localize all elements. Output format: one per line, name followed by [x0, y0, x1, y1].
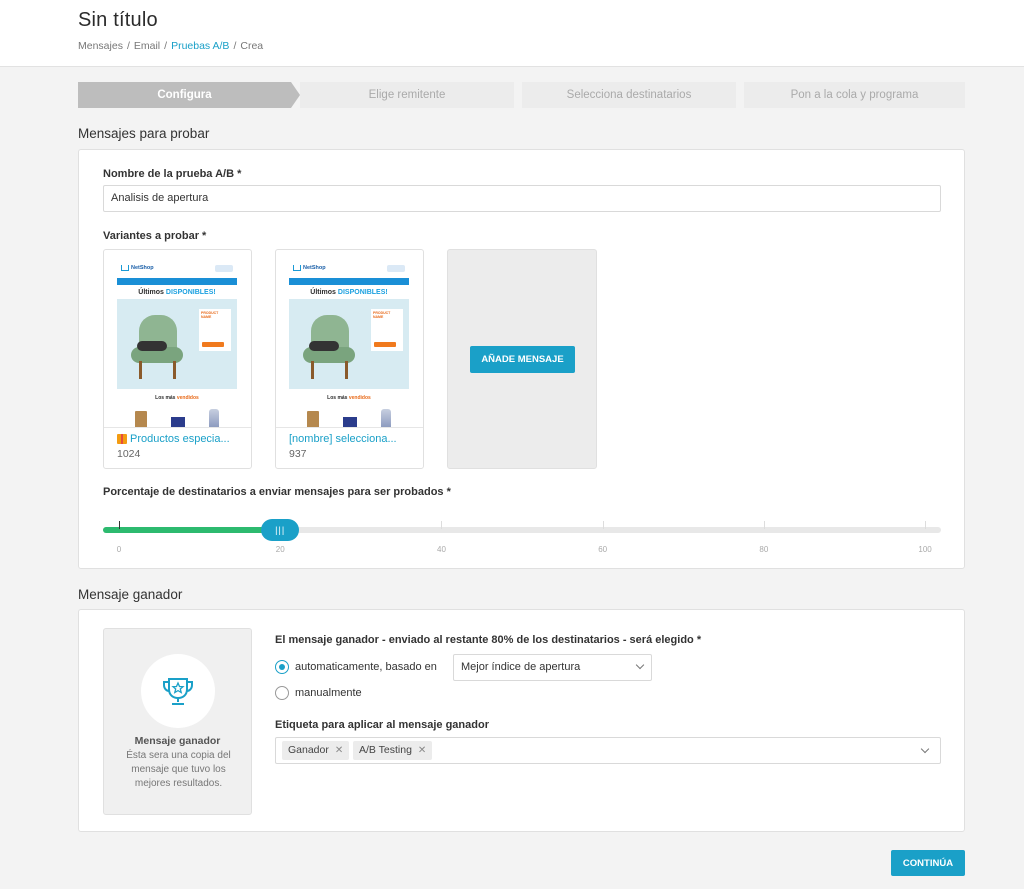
slider-tick-label: 0 — [116, 545, 122, 554]
variant-name-1[interactable]: Productos especia... — [117, 433, 230, 445]
variant-name-2[interactable]: [nombre] selecciona... — [289, 433, 397, 445]
slider-tick-label: 80 — [759, 545, 769, 554]
tag-chip-ab-testing: A/B Testing ✕ — [353, 741, 433, 760]
variant-count-1: 1024 — [117, 448, 141, 460]
messages-card: Nombre de la prueba A/B * Analisis de ap… — [78, 149, 965, 569]
slider-tick-label: 20 — [275, 545, 285, 554]
step-selecciona-destinatarios[interactable]: Selecciona destinatarios — [522, 82, 736, 108]
step-elige-remitente[interactable]: Elige remitente — [300, 82, 514, 108]
radio-auto[interactable]: automaticamente, basado en — [275, 660, 437, 674]
winner-question: El mensaje ganador - enviado al restante… — [275, 634, 702, 646]
variant-count-2: 937 — [289, 448, 307, 460]
variants-label: Variantes a probar * — [103, 230, 207, 242]
winner-message-box: Mensaje ganador Ésta sera una copia del … — [103, 628, 252, 815]
slider-tick — [602, 521, 604, 529]
breadcrumb-item-crea: Crea — [240, 40, 264, 52]
variant-card-1[interactable]: NetShop Últimos DISPONIBLES! PRODUCT NAM… — [103, 249, 252, 469]
close-icon[interactable]: ✕ — [335, 741, 343, 760]
tag-label: Etiqueta para aplicar al mensaje ganador — [275, 719, 489, 731]
winner-box-description: Ésta sera una copia del mensaje que tuvo… — [126, 750, 231, 789]
breadcrumb-item-email[interactable]: Email — [134, 40, 160, 52]
breadcrumb: Mensajes / Email / Pruebas A/B / Crea — [78, 40, 264, 52]
chevron-down-icon — [635, 660, 645, 670]
variant-card-2[interactable]: NetShop Últimos DISPONIBLES! PRODUCT NAM… — [275, 249, 424, 469]
netshop-logo: NetShop — [293, 265, 326, 271]
slider-handle[interactable]: ||| — [261, 519, 300, 541]
trophy-icon — [141, 654, 215, 728]
radio-manual-circle[interactable] — [275, 686, 289, 700]
section-title-mensajes: Mensajes para probar — [78, 126, 210, 141]
radio-manual[interactable]: manualmente — [275, 686, 362, 700]
test-name-input[interactable]: Analisis de apertura — [103, 185, 941, 212]
top-bar: Sin título Mensajes / Email / Pruebas A/B / Cr… — [0, 0, 1024, 67]
breadcrumb-item-mensajes[interactable]: Mensajes — [78, 40, 123, 52]
slider-tick — [119, 521, 120, 529]
step-configura[interactable]: Configura — [78, 82, 291, 108]
page-title: Sin título — [78, 9, 158, 31]
percentage-label: Porcentaje de destinatarios a enviar men… — [103, 486, 451, 498]
section-title-ganador: Mensaje ganador — [78, 587, 183, 602]
winner-box-title: Mensaje ganador — [134, 735, 221, 747]
slider-fill — [103, 527, 281, 533]
email-preview-thumbnail: NetShop Últimos DISPONIBLES! PRODUCT NAM… — [289, 258, 409, 428]
breadcrumb-item-pruebas-ab[interactable]: Pruebas A/B — [171, 40, 229, 52]
slider-tick — [441, 521, 443, 529]
step-arrow — [291, 82, 300, 108]
criteria-select[interactable]: Mejor índice de apertura — [453, 654, 652, 681]
tag-chip-ganador: Ganador ✕ — [282, 741, 350, 760]
slider-tick — [925, 521, 926, 529]
gift-icon — [117, 434, 127, 444]
slider-tick-label: 100 — [918, 545, 932, 554]
tag-input[interactable]: Ganador ✕ A/B Testing ✕ — [275, 737, 941, 764]
add-message-button[interactable]: AÑADE MENSAJE — [470, 346, 575, 373]
close-icon[interactable]: ✕ — [418, 741, 426, 760]
slider-tick-label: 40 — [437, 545, 446, 554]
percentage-slider[interactable]: ||| — [103, 519, 941, 541]
radio-auto-circle[interactable] — [275, 660, 289, 674]
slider-tick — [763, 521, 765, 529]
continue-button[interactable]: CONTINÚA — [891, 850, 965, 876]
winner-card: Mensaje ganador Ésta sera una copia del … — [78, 609, 965, 832]
slider-tick-label: 60 — [598, 545, 608, 554]
netshop-logo: NetShop — [121, 265, 154, 271]
test-name-label: Nombre de la prueba A/B * — [103, 168, 242, 180]
chevron-down-icon[interactable] — [920, 744, 930, 754]
step-pon-a-la-cola[interactable]: Pon a la cola y programa — [744, 82, 965, 108]
add-message-slot: AÑADE MENSAJE — [447, 249, 597, 469]
wizard-stepper: Configura Elige remitente Selecciona des… — [78, 82, 965, 108]
email-preview-thumbnail: NetShop Últimos DISPONIBLES! PRODUCT NAM… — [117, 258, 237, 428]
